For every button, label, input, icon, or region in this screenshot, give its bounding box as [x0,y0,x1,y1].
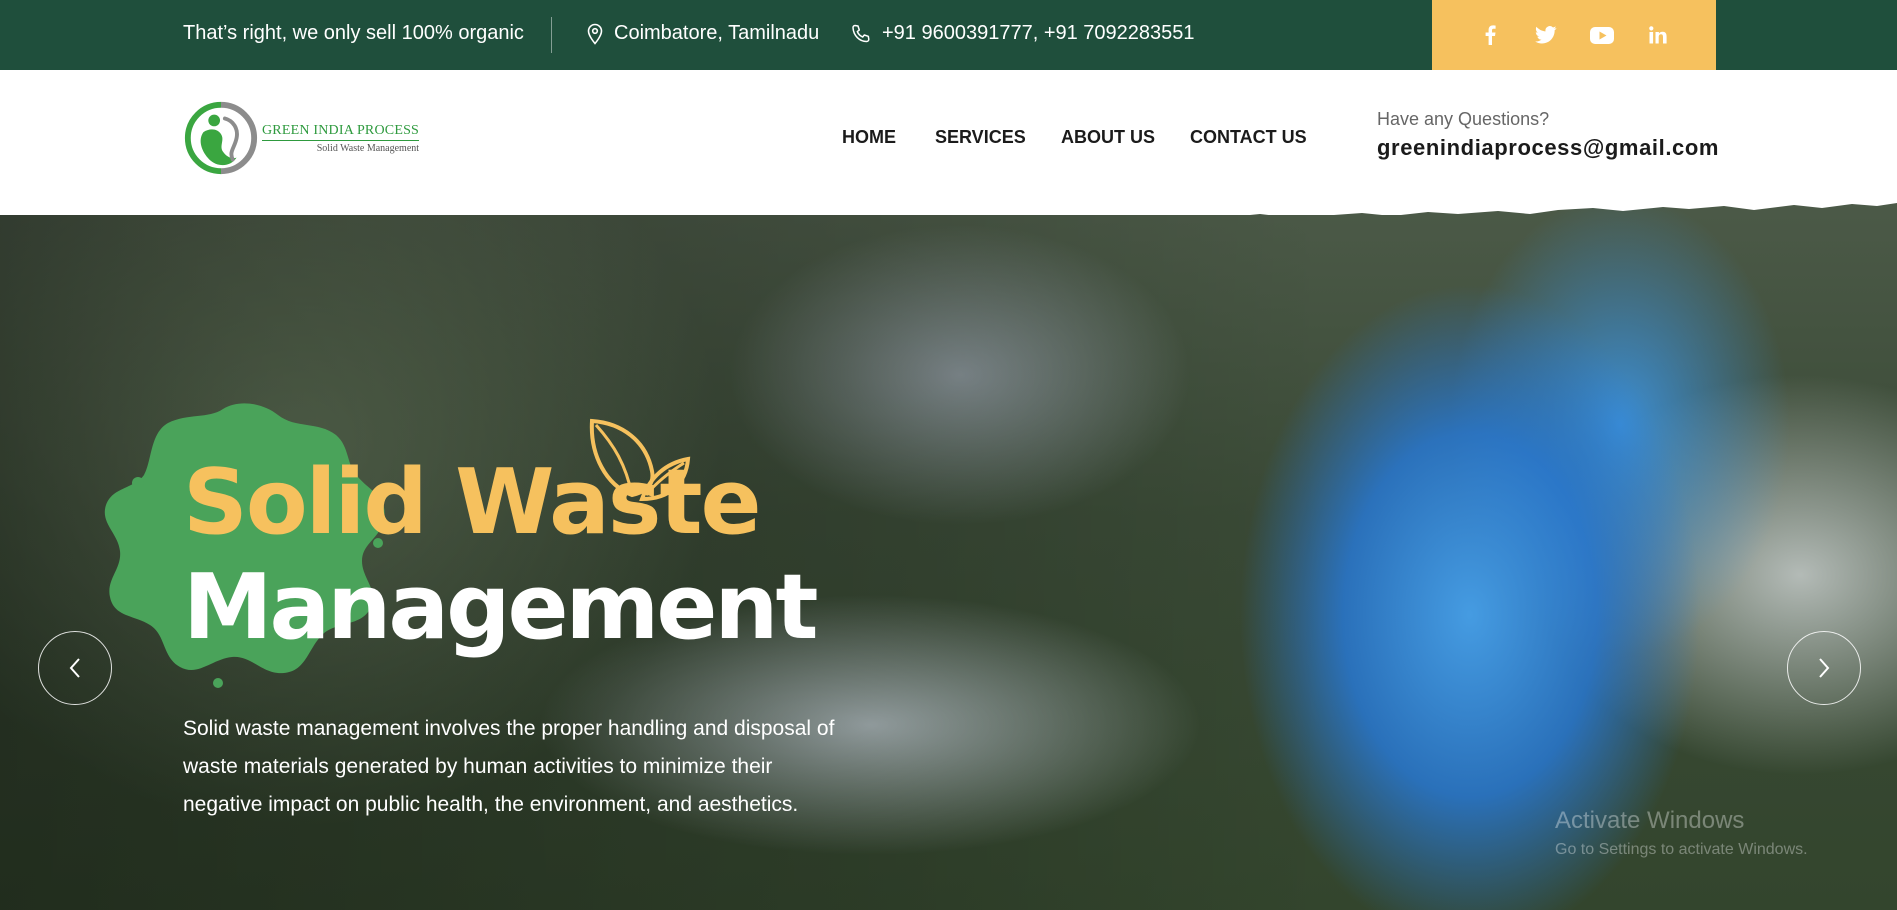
location-text: Coimbatore, Tamilnadu [614,22,820,44]
chevron-right-icon [1819,658,1830,678]
site-header: GREEN INDIA PROCESS Solid Waste Manageme… [0,70,1897,208]
chevron-left-icon [69,658,80,678]
nav-services[interactable]: SERVICES [935,127,1026,148]
phone-icon [850,23,872,45]
linkedin-icon[interactable] [1645,22,1671,48]
questions-label: Have any Questions? [1377,109,1550,129]
topbar-divider [551,17,552,53]
logo-brand: GREEN INDIA PROCESS [262,123,420,141]
logo-mark-icon [184,101,258,175]
slider-next-button[interactable] [1787,631,1861,705]
top-bar: That’s right, we only sell 100% organic … [0,0,1897,70]
hero-slider: Solid Waste Management Solid waste manag… [0,195,1897,910]
site-logo[interactable]: GREEN INDIA PROCESS Solid Waste Manageme… [182,98,420,178]
watermark-title: Activate Windows [1555,807,1745,834]
contact-email[interactable]: greenindiaprocess@gmail.com [1377,135,1719,161]
facebook-icon[interactable] [1477,22,1503,48]
nav-contact-us[interactable]: CONTACT US [1190,127,1307,148]
nav-home[interactable]: HOME [842,127,896,148]
torn-paper-edge [0,195,1897,215]
logo-text: GREEN INDIA PROCESS Solid Waste Manageme… [262,123,420,154]
watermark-subtitle: Go to Settings to activate Windows. [1555,841,1808,858]
hero-description: Solid waste management involves the prop… [183,717,835,816]
youtube-icon[interactable] [1589,22,1615,48]
location-info: Coimbatore, Tamilnadu [586,22,819,45]
phone-text: +91 9600391777, +91 7092283551 [882,22,1195,44]
twitter-icon[interactable] [1533,22,1559,48]
activate-windows-watermark: Activate Windows Go to Settings to activ… [1555,807,1808,859]
logo-subtitle: Solid Waste Management [316,142,420,154]
nav-about-us[interactable]: ABOUT US [1061,127,1155,148]
slider-prev-button[interactable] [38,631,112,705]
map-pin-icon [586,23,604,45]
hero-title-line1: Solid Waste [183,450,762,555]
phone-info[interactable]: +91 9600391777, +91 7092283551 [850,22,1195,45]
social-links [1432,0,1716,70]
tagline: That’s right, we only sell 100% organic [183,22,524,44]
hero-title-line2: Management [183,555,818,660]
